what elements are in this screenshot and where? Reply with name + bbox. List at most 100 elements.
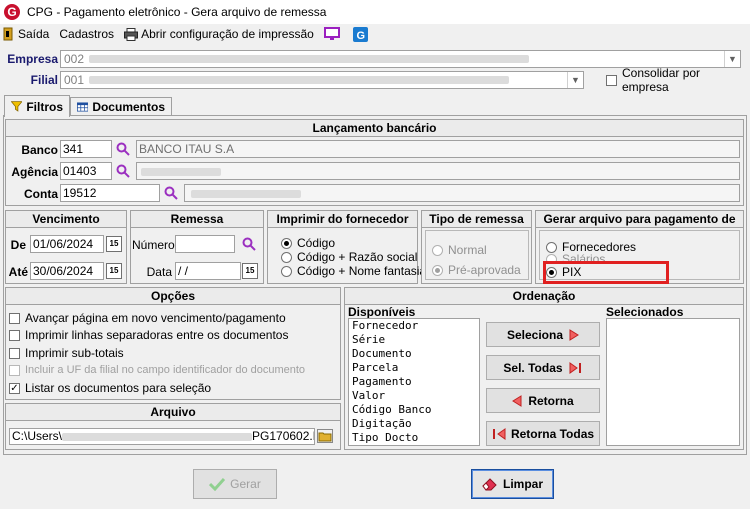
list-item[interactable]: Fornecedor [349, 319, 479, 333]
radio-codigo[interactable]: Código [281, 236, 335, 250]
radio-fornecedores[interactable]: Fornecedores [546, 240, 636, 254]
radio-dot[interactable] [432, 244, 443, 256]
tab-filtros[interactable]: Filtros [4, 95, 70, 117]
search-icon[interactable] [116, 164, 130, 178]
table-icon [77, 102, 89, 112]
retorna-button[interactable]: Retorna [486, 388, 600, 413]
ordenacao-title: Ordenação [345, 288, 743, 305]
search-icon[interactable] [242, 237, 256, 251]
opcao-avancar[interactable]: Avançar página em novo vencimento/pagame… [9, 311, 286, 325]
calendar-icon[interactable]: 15 [106, 263, 122, 279]
eraser-icon [482, 478, 497, 491]
selecionados-list[interactable] [606, 318, 740, 446]
app-logo-icon: G [4, 4, 20, 20]
list-item[interactable]: Tipo Docto [349, 431, 479, 445]
filial-redacted [89, 76, 509, 84]
gerar-arquivo-title: Gerar arquivo para pagamento de [536, 211, 743, 228]
list-item[interactable]: Série [349, 333, 479, 347]
radio-codigo-razao[interactable]: Código + Razão social [281, 250, 417, 264]
limpar-button[interactable]: Limpar [471, 469, 554, 499]
chevron-down-icon[interactable]: ▼ [724, 51, 740, 67]
sel-todas-label: Sel. Todas [503, 360, 563, 375]
radio-codigo-fantasia[interactable]: Código + Nome fantasia [281, 264, 426, 278]
disponiveis-label: Disponíveis [348, 305, 416, 319]
radio-dot[interactable] [546, 241, 557, 253]
list-item[interactable]: Documento [349, 347, 479, 361]
g-icon: G [352, 26, 368, 42]
menu-bar: Saída Cadastros Abrir configuração de im… [0, 24, 750, 44]
check-icon [209, 477, 226, 491]
opcao-uf[interactable]: Incluir a UF da filial no campo identifi… [9, 363, 305, 377]
conta-code-input[interactable]: 19512 [60, 184, 160, 202]
consolidar-checkbox[interactable]: Consolidar por empresa [606, 66, 750, 94]
gerar-label: Gerar [230, 477, 261, 491]
arrow-right-icon [569, 328, 579, 341]
chevron-down-icon[interactable]: ▼ [567, 72, 583, 88]
calendar-icon[interactable]: 15 [242, 263, 258, 279]
g-button[interactable]: G [352, 26, 371, 42]
opcao-linhas-label: Imprimir linhas separadoras entre os doc… [25, 328, 289, 342]
retorna-todas-label: Retorna Todas [510, 426, 595, 441]
opcao-subtotais[interactable]: Imprimir sub-totais [9, 346, 124, 360]
empresa-redacted [89, 55, 529, 63]
agencia-label: Agência [11, 165, 58, 179]
monitor-button[interactable] [323, 27, 343, 41]
data-input[interactable]: / / [175, 262, 241, 280]
arquivo-path-start: C:\Users\ [12, 429, 63, 443]
check-icon[interactable]: ✓ [9, 382, 20, 394]
radio-fornecedores-label: Fornecedores [562, 240, 637, 254]
calendar-icon[interactable]: 15 [106, 236, 122, 252]
arquivo-title: Arquivo [6, 404, 340, 421]
list-item[interactable]: Digitação [349, 417, 479, 431]
retorna-todas-button[interactable]: Retorna Todas [486, 421, 600, 446]
filial-dropdown[interactable]: 001 ▼ [60, 71, 584, 89]
menu-sair[interactable]: Saída [3, 27, 49, 41]
menu-imprimir[interactable]: Abrir configuração de impressão [124, 27, 314, 41]
double-arrow-left-icon [492, 427, 506, 440]
data-label: Data [146, 265, 172, 279]
numero-input[interactable] [175, 235, 235, 253]
checkbox[interactable] [9, 347, 20, 359]
printer-icon [124, 27, 139, 41]
disponiveis-list[interactable]: Fornecedor Série Documento Parcela Pagam… [348, 318, 480, 446]
checkbox[interactable] [9, 364, 20, 376]
consolidar-box[interactable] [606, 74, 617, 86]
ate-label: Até [8, 265, 28, 279]
radio-dot[interactable] [281, 237, 292, 249]
opcao-listar[interactable]: ✓ Listar os documentos para seleção [9, 381, 211, 395]
radio-normal[interactable]: Normal [432, 243, 487, 257]
folder-icon[interactable] [317, 429, 333, 443]
list-item[interactable]: Parcela [349, 361, 479, 375]
search-icon[interactable] [164, 186, 178, 200]
sel-todas-button[interactable]: Sel. Todas [486, 355, 600, 380]
list-item[interactable]: Valor [349, 389, 479, 403]
list-item[interactable]: Pagamento [349, 375, 479, 389]
arquivo-path-input[interactable]: C:\Users\ PG170602.RE [9, 428, 315, 445]
radio-pre-aprovada[interactable]: Pré-aprovada [432, 263, 521, 277]
gerar-button[interactable]: Gerar [193, 469, 277, 499]
radio-normal-label: Normal [448, 243, 487, 257]
menu-cadastros[interactable]: Cadastros [59, 27, 114, 41]
list-item[interactable]: Código Banco [349, 403, 479, 417]
banco-code-input[interactable]: 341 [60, 140, 112, 158]
checkbox[interactable] [9, 329, 20, 341]
agencia-code-input[interactable]: 01403 [60, 162, 112, 180]
opcao-avancar-label: Avançar página em novo vencimento/pagame… [25, 311, 286, 325]
de-date-input[interactable]: 01/06/2024 [30, 235, 104, 253]
filial-label: Filial [30, 73, 58, 87]
radio-dot[interactable] [281, 251, 292, 263]
search-icon[interactable] [116, 142, 130, 156]
retorna-label: Retorna [528, 393, 574, 408]
checkbox[interactable] [9, 312, 20, 324]
conta-label: Conta [24, 187, 58, 201]
ate-date-input[interactable]: 30/06/2024 [30, 262, 104, 280]
de-label: De [10, 238, 26, 252]
svg-text:G: G [356, 30, 365, 42]
radio-pre-aprovada-label: Pré-aprovada [448, 263, 521, 277]
seleciona-button[interactable]: Seleciona [486, 322, 600, 347]
radio-codigo-razao-label: Código + Razão social [297, 250, 418, 264]
tab-documentos[interactable]: Documentos [70, 97, 172, 116]
radio-dot[interactable] [432, 264, 443, 276]
opcao-linhas[interactable]: Imprimir linhas separadoras entre os doc… [9, 328, 288, 342]
radio-dot[interactable] [281, 265, 292, 277]
